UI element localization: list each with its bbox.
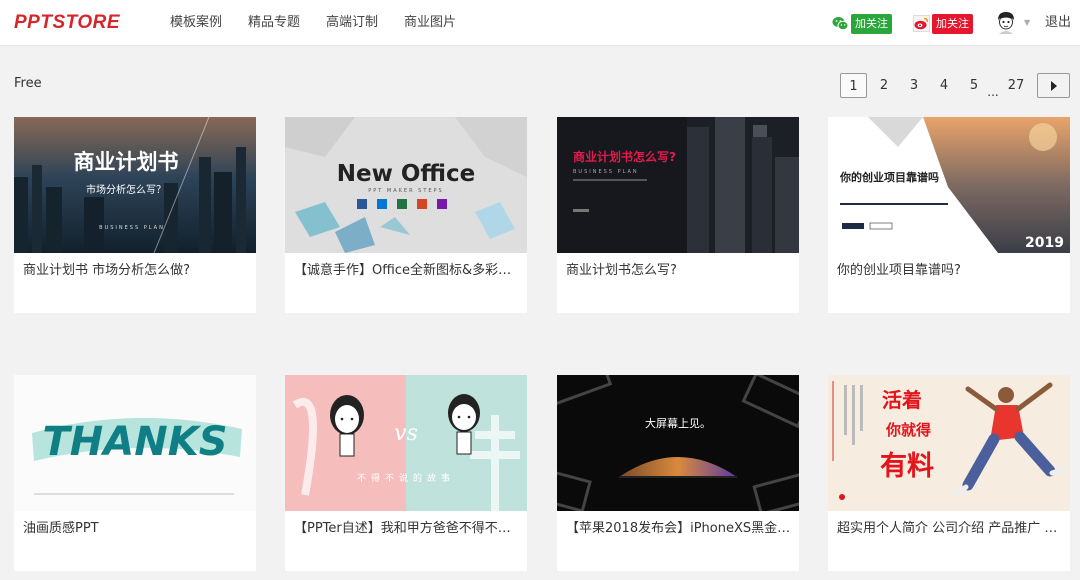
nav-images[interactable]: 商业图片 — [404, 0, 456, 46]
card-title[interactable]: 【苹果2018发布会】iPhoneXS黑金版... — [566, 520, 792, 538]
template-card[interactable]: 商业计划书 市场分析怎么写？ BUSINESS PLAN 商业计划书 市场分析怎… — [14, 117, 256, 313]
template-thumbnail[interactable]: vs 不得不说的故事 — [285, 375, 527, 511]
thumb-subheading: 市场分析怎么写？ — [86, 183, 166, 196]
template-thumbnail[interactable]: 商业计划书 市场分析怎么写？ BUSINESS PLAN — [14, 117, 256, 253]
template-thumbnail[interactable]: 活着 你就得 有料 — [828, 375, 1070, 511]
main-nav: 模板案例 精品专题 高端订制 商业图片 — [170, 0, 482, 46]
wechat-icon — [832, 15, 849, 32]
thumb-subheading: 不得不说的故事 — [357, 472, 455, 484]
thumb-heading: New Office — [337, 161, 476, 187]
template-thumbnail[interactable]: THANKS — [14, 375, 256, 511]
pptstore-logo[interactable]: PPTSTORE — [14, 12, 120, 34]
thumb-heading: 商业计划书 — [74, 150, 179, 174]
next-page-button[interactable] — [1037, 73, 1070, 98]
card-title[interactable]: 你的创业项目靠谱吗? — [837, 262, 1063, 280]
card-title[interactable]: 商业计划书 市场分析怎么做? — [23, 262, 249, 280]
page-last[interactable]: 27 — [1003, 73, 1029, 98]
template-card[interactable]: 商业计划书怎么写? BUSINESS PLAN 商业计划书怎么写? — [557, 117, 799, 313]
template-card[interactable]: 大屏幕上见。 【苹果2018发布会】iPhoneXS黑金版... — [557, 375, 799, 571]
thumb-heading: 大屏幕上见。 — [645, 416, 711, 430]
wechat-follow-label: 加关注 — [851, 13, 892, 34]
weibo-icon — [913, 15, 930, 32]
template-card[interactable]: 活着 你就得 有料 超实用个人简介 公司介绍 产品推广 项目展示 — [828, 375, 1070, 571]
thumb-heading: 你的创业项目靠谱吗 — [839, 170, 939, 184]
thumb-subheading: BUSINESS PLAN — [573, 169, 639, 175]
page-3[interactable]: 3 — [901, 73, 927, 98]
template-thumbnail[interactable]: 你的创业项目靠谱吗 2019 — [828, 117, 1070, 253]
card-title[interactable]: 超实用个人简介 公司介绍 产品推广 项目展示 — [837, 520, 1063, 538]
logout-link[interactable]: 退出 — [1045, 0, 1071, 46]
nav-custom[interactable]: 高端订制 — [326, 0, 378, 46]
card-title[interactable]: 【PPTer自述】我和甲方爸爸不得不说的故事 — [294, 520, 520, 538]
template-card[interactable]: THANKS 油画质感PPT — [14, 375, 256, 571]
template-card[interactable]: New Office PPT MAKER STEPS 【诚意手作】Office全… — [285, 117, 527, 313]
wechat-follow-button[interactable]: 加关注 — [832, 13, 892, 34]
thumb-line-1: 活着 — [882, 388, 922, 412]
thumb-heading: THANKS — [43, 419, 228, 465]
chevron-down-icon[interactable]: ▼ — [1024, 18, 1030, 27]
template-thumbnail[interactable]: 商业计划书怎么写? BUSINESS PLAN — [557, 117, 799, 253]
thumb-line-3: 有料 — [880, 451, 934, 482]
nav-templates[interactable]: 模板案例 — [170, 0, 222, 46]
card-title[interactable]: 【诚意手作】Office全新图标&多彩磁贴... — [294, 262, 520, 280]
user-avatar[interactable] — [995, 11, 1017, 35]
nav-topics[interactable]: 精品专题 — [248, 0, 300, 46]
page-2[interactable]: 2 — [871, 73, 897, 98]
weibo-follow-label: 加关注 — [932, 13, 973, 34]
template-thumbnail[interactable]: 大屏幕上见。 — [557, 375, 799, 511]
pagination: 1 2 3 4 5 ... 27 — [836, 73, 1070, 99]
top-header: PPTSTORE 模板案例 精品专题 高端订制 商业图片 加关注 加关注 ▼ 退… — [0, 0, 1080, 46]
thumb-heading: 商业计划书怎么写? — [573, 149, 676, 164]
template-card[interactable]: vs 不得不说的故事 【PPTer自述】我和甲方爸爸不得不说的故事 — [285, 375, 527, 571]
template-card[interactable]: 你的创业项目靠谱吗 2019 你的创业项目靠谱吗? — [828, 117, 1070, 313]
card-title[interactable]: 商业计划书怎么写? — [566, 262, 792, 280]
thumb-tag: BUSINESS PLAN — [99, 225, 165, 231]
thumb-year: 2019 — [1025, 235, 1064, 251]
thumb-subheading: PPT MAKER STEPS — [368, 188, 444, 194]
thumb-line-2: 你就得 — [885, 421, 931, 439]
page-4[interactable]: 4 — [931, 73, 957, 98]
page-1[interactable]: 1 — [840, 73, 867, 98]
thumb-vs: vs — [394, 421, 418, 446]
card-title[interactable]: 油画质感PPT — [23, 520, 249, 538]
template-thumbnail[interactable]: New Office PPT MAKER STEPS — [285, 117, 527, 253]
section-title: Free — [14, 76, 42, 91]
caret-right-icon — [1050, 80, 1057, 91]
page-5[interactable]: 5 — [961, 73, 987, 98]
page-ellipsis: ... — [987, 85, 999, 99]
weibo-follow-button[interactable]: 加关注 — [913, 13, 973, 34]
